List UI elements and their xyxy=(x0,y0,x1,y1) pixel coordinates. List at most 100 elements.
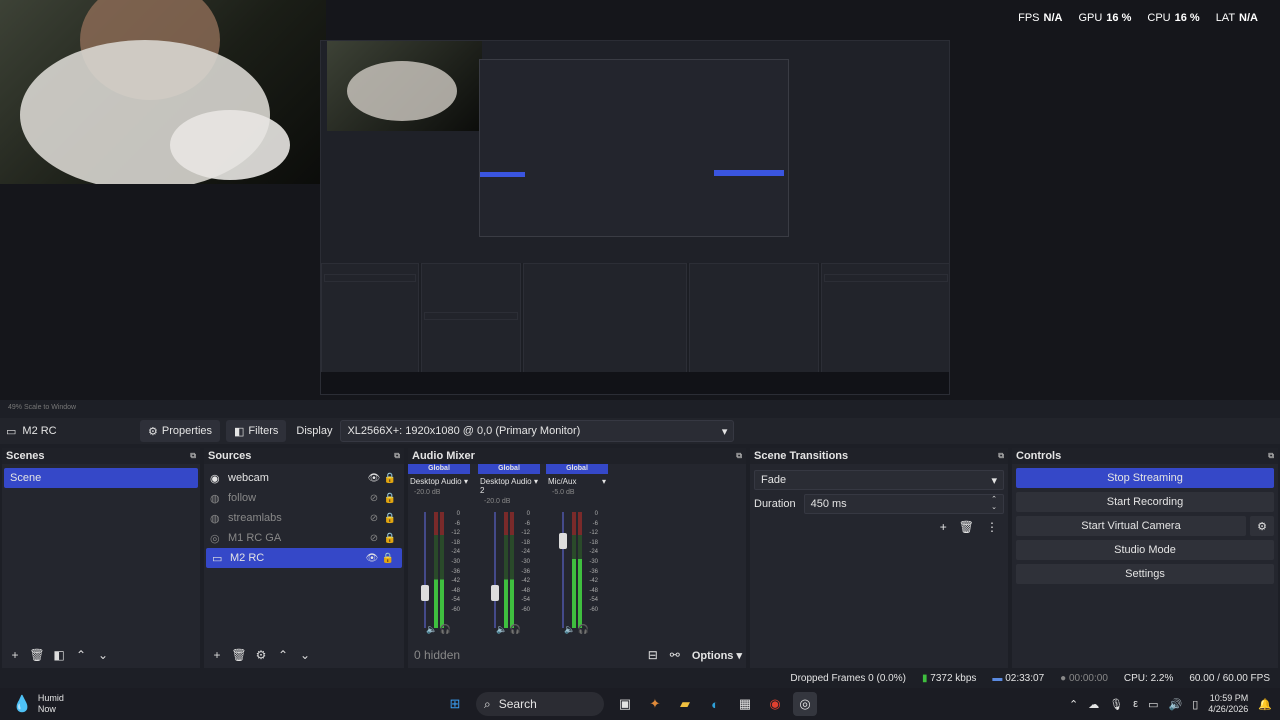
move-up-icon[interactable]: ⌃ xyxy=(72,648,90,662)
move-down-icon[interactable]: ⌄ xyxy=(296,648,314,662)
trash-icon[interactable]: 🗑 xyxy=(28,648,46,662)
chevron-up-icon[interactable]: ⌃ xyxy=(1069,698,1078,711)
gear-icon[interactable]: ⚙ xyxy=(252,648,270,662)
clock[interactable]: 10:59 PM 4/26/2026 xyxy=(1208,693,1248,715)
eye-hidden-icon[interactable]: ⊘ xyxy=(366,493,382,504)
gear-icon[interactable]: ⚙ xyxy=(1250,516,1274,536)
display-select[interactable]: XL2566X+: 1920x1080 @ 0,0 (Primary Monit… xyxy=(340,420,735,442)
level-meter xyxy=(434,512,438,628)
undock-icon[interactable]: ⧉ xyxy=(1268,451,1274,461)
volume-icon[interactable]: 🔊 xyxy=(1168,698,1182,711)
tick-label: -60 xyxy=(451,606,460,613)
scene-item[interactable]: Scene xyxy=(4,468,198,488)
lock-icon[interactable]: 🔒 xyxy=(382,533,398,544)
source-item[interactable]: ◎ M1 RC GA ⊘ 🔒 xyxy=(204,528,404,548)
lock-icon[interactable]: 🔒 xyxy=(382,513,398,524)
volume-fader[interactable] xyxy=(562,512,564,628)
tick-label: -12 xyxy=(589,530,598,537)
speaker-icon[interactable]: 🔈 xyxy=(426,624,437,634)
edge-icon[interactable]: ◐ xyxy=(703,692,727,716)
options-label: Options xyxy=(691,649,734,662)
zoom-bar[interactable]: 49% Scale to Window xyxy=(0,401,1280,417)
lock-icon[interactable]: 🔒 xyxy=(380,553,396,564)
undock-icon[interactable]: ⧉ xyxy=(736,451,742,461)
volume-fader[interactable] xyxy=(494,512,496,628)
store-icon[interactable]: ▦ xyxy=(733,692,757,716)
screen-capture-preview xyxy=(320,40,950,395)
options-button[interactable]: Options ▾ xyxy=(692,649,742,662)
speaker-icon[interactable]: 🔈 xyxy=(496,624,507,634)
folder-icon[interactable]: ▰ xyxy=(673,692,697,716)
layout-icon[interactable]: ⊟ xyxy=(648,648,658,662)
move-up-icon[interactable]: ⌃ xyxy=(274,648,292,662)
language-icon[interactable]: ε xyxy=(1133,698,1138,710)
filters-button[interactable]: ◧ Filters xyxy=(226,420,287,442)
taskbar-search[interactable]: ⌕ Search xyxy=(476,692,604,716)
stream-time-value: 02:33:07 xyxy=(1005,672,1045,684)
tick-label: -48 xyxy=(521,587,530,594)
fader-knob[interactable] xyxy=(491,585,499,602)
obs-icon[interactable]: ◎ xyxy=(793,692,817,716)
properties-button[interactable]: ⚙ Properties xyxy=(140,420,221,442)
eye-icon[interactable]: 👁 xyxy=(364,553,380,564)
add-icon[interactable]: + xyxy=(6,648,24,662)
tick-label: -54 xyxy=(521,597,530,604)
add-icon[interactable]: + xyxy=(940,520,947,534)
start-recording-button[interactable]: Start Recording xyxy=(1016,492,1274,512)
more-icon[interactable]: ⋮ xyxy=(986,520,998,534)
eye-icon[interactable]: 👁 xyxy=(366,473,382,484)
volume-fader[interactable] xyxy=(424,512,426,628)
notification-icon[interactable]: 🔔 xyxy=(1258,698,1272,711)
fader-knob[interactable] xyxy=(421,585,429,602)
hidden-count[interactable]: 0 hidden xyxy=(414,648,460,662)
fader-knob[interactable] xyxy=(559,533,567,549)
source-item[interactable]: ◍ follow ⊘ 🔒 xyxy=(204,488,404,508)
trash-icon[interactable]: 🗑 xyxy=(959,520,974,534)
battery-icon[interactable]: ▯ xyxy=(1192,698,1198,711)
stop-streaming-button[interactable]: Stop Streaming xyxy=(1016,468,1274,488)
eye-hidden-icon[interactable]: ⊘ xyxy=(366,513,382,524)
source-item[interactable]: ◉ webcam 👁 🔒 xyxy=(204,468,404,488)
mixer-channel: Global Desktop Audio ▾ -20.0 dB 0 -6 -12 -18 -24… xyxy=(408,464,470,642)
speaker-icon[interactable]: 🔈 xyxy=(564,624,575,634)
chrome-icon[interactable]: ◉ xyxy=(763,692,787,716)
filter-icon[interactable]: ◧ xyxy=(50,648,68,662)
meter-ticks: 0 -6 -12 -18 -24 -30 -36 -42 -48 -54 -60 xyxy=(516,510,530,616)
lock-icon[interactable]: 🔒 xyxy=(382,493,398,504)
chevron-down-icon: ▾ xyxy=(533,477,538,486)
headphones-icon[interactable]: 🎧 xyxy=(578,624,589,634)
start-virtual-camera-button[interactable]: Start Virtual Camera xyxy=(1016,516,1246,536)
source-item[interactable]: ◍ streamlabs ⊘ 🔒 xyxy=(204,508,404,528)
channel-name-button[interactable]: Desktop Audio 2 ▾ xyxy=(478,477,540,495)
preview-canvas[interactable]: FPS N/A GPU 16 % CPU 16 % LAT N/A xyxy=(0,0,1280,400)
transition-select[interactable]: Fade ▾ xyxy=(754,470,1004,490)
headphones-icon[interactable]: 🎧 xyxy=(440,624,451,634)
eye-hidden-icon[interactable]: ⊘ xyxy=(366,533,382,544)
link-icon[interactable]: ⚯ xyxy=(670,648,680,662)
copilot-icon[interactable]: ✦ xyxy=(643,692,667,716)
undock-icon[interactable]: ⧉ xyxy=(190,451,196,461)
lock-icon[interactable]: 🔒 xyxy=(382,473,398,484)
mic-icon[interactable]: 🎙 xyxy=(1109,698,1123,711)
studio-mode-button[interactable]: Studio Mode xyxy=(1016,540,1274,560)
start-icon[interactable]: ⊞ xyxy=(443,692,467,716)
undock-icon[interactable]: ⧉ xyxy=(998,451,1004,461)
weather-widget[interactable]: 💧 Humid Now xyxy=(0,693,440,715)
headphones-icon[interactable]: 🎧 xyxy=(510,624,521,634)
cloud-icon[interactable]: ☁ xyxy=(1088,698,1099,711)
network-icon[interactable]: ▭ xyxy=(1148,698,1158,711)
move-down-icon[interactable]: ⌄ xyxy=(94,648,112,662)
source-item[interactable]: ▭ M2 RC 👁 🔒 xyxy=(206,548,402,568)
spin-icon[interactable]: ⌃ ⌄ xyxy=(991,496,997,512)
tick-label: -6 xyxy=(592,520,598,527)
task-view-icon[interactable]: ▣ xyxy=(613,692,637,716)
add-icon[interactable]: + xyxy=(208,648,226,662)
duration-input[interactable]: 450 ms ⌃ ⌄ xyxy=(803,494,1004,514)
trash-icon[interactable]: 🗑 xyxy=(230,648,248,662)
mixer-channel: Global Desktop Audio 2 ▾ -20.0 dB 0 -6 -12 -18 -… xyxy=(478,464,540,642)
channel-name-button[interactable]: Mic/Aux ▾ xyxy=(546,477,608,486)
channel-name-button[interactable]: Desktop Audio ▾ xyxy=(408,477,470,486)
level-meter xyxy=(510,512,514,628)
undock-icon[interactable]: ⧉ xyxy=(394,451,400,461)
settings-button[interactable]: Settings xyxy=(1016,564,1274,584)
